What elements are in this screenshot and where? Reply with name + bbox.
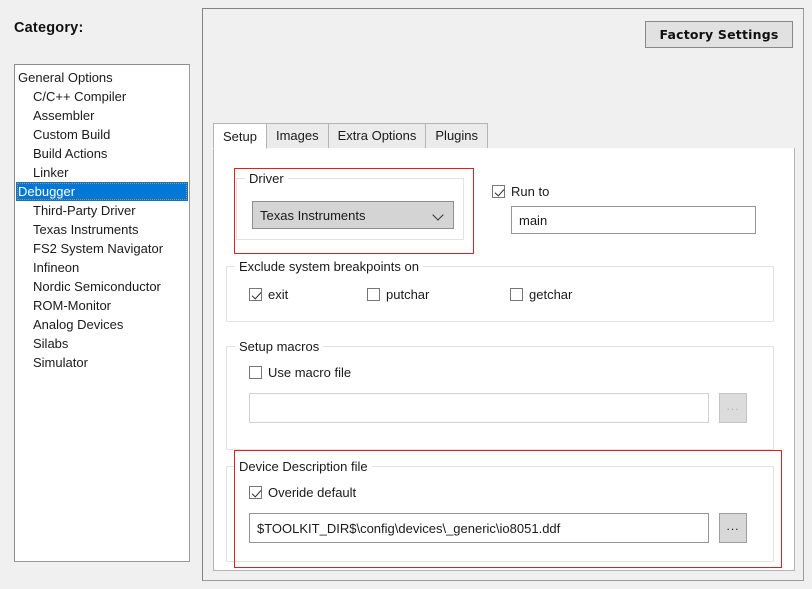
use-macro-file-row[interactable]: Use macro file xyxy=(249,365,351,380)
device-description-browse-label: ... xyxy=(726,519,739,533)
breakpoint-getchar-checkbox[interactable] xyxy=(510,288,523,301)
category-item-texas-instruments[interactable]: Texas Instruments xyxy=(15,220,189,239)
factory-settings-button[interactable]: Factory Settings xyxy=(645,21,793,48)
tab-images[interactable]: Images xyxy=(266,123,329,148)
breakpoint-getchar-row[interactable]: getchar xyxy=(510,287,572,302)
category-item-build-actions[interactable]: Build Actions xyxy=(15,144,189,163)
run-to-checkbox-row[interactable]: Run to xyxy=(492,184,549,199)
run-to-label: Run to xyxy=(511,184,549,199)
setup-macros-group: Setup macros Use macro file ... xyxy=(226,346,774,450)
category-item-rom-monitor[interactable]: ROM-Monitor xyxy=(15,296,189,315)
category-item-c-c-compiler[interactable]: C/C++ Compiler xyxy=(15,87,189,106)
device-description-input[interactable]: $TOOLKIT_DIR$\config\devices\_generic\io… xyxy=(249,513,709,543)
breakpoint-exit-row[interactable]: exit xyxy=(249,287,288,302)
category-pane: Category: General OptionsC/C++ CompilerA… xyxy=(0,0,196,589)
driver-group-legend: Driver xyxy=(245,171,288,186)
use-macro-file-label: Use macro file xyxy=(268,365,351,380)
breakpoint-putchar-row[interactable]: putchar xyxy=(367,287,429,302)
tab-extra-options[interactable]: Extra Options xyxy=(328,123,427,148)
breakpoint-exit-checkbox[interactable] xyxy=(249,288,262,301)
device-description-legend: Device Description file xyxy=(235,459,372,474)
tab-setup[interactable]: Setup xyxy=(213,123,267,149)
category-title: Category: xyxy=(14,20,83,36)
device-description-browse-button[interactable]: ... xyxy=(719,513,747,543)
tab-strip: SetupImagesExtra OptionsPlugins xyxy=(213,123,795,149)
macro-file-browse-label: ... xyxy=(726,399,739,413)
run-to-input[interactable]: main xyxy=(511,206,756,234)
exclude-breakpoints-legend: Exclude system breakpoints on xyxy=(235,259,423,274)
category-item-silabs[interactable]: Silabs xyxy=(15,334,189,353)
setup-tab-panel: Driver Texas Instruments Run to main Exc… xyxy=(213,148,795,571)
category-item-debugger[interactable]: Debugger xyxy=(16,182,188,201)
run-to-checkbox[interactable] xyxy=(492,185,505,198)
category-item-general-options[interactable]: General Options xyxy=(15,68,189,87)
driver-group: Driver Texas Instruments xyxy=(236,178,464,240)
category-item-custom-build[interactable]: Custom Build xyxy=(15,125,189,144)
driver-combobox-value: Texas Instruments xyxy=(260,208,366,223)
chevron-down-icon xyxy=(434,210,443,219)
override-default-checkbox[interactable] xyxy=(249,486,262,499)
driver-combobox[interactable]: Texas Instruments xyxy=(252,201,454,229)
breakpoint-putchar-checkbox[interactable] xyxy=(367,288,380,301)
category-item-assembler[interactable]: Assembler xyxy=(15,106,189,125)
category-item-simulator[interactable]: Simulator xyxy=(15,353,189,372)
category-item-linker[interactable]: Linker xyxy=(15,163,189,182)
category-item-infineon[interactable]: Infineon xyxy=(15,258,189,277)
macro-file-input[interactable] xyxy=(249,393,709,423)
run-to-input-value: main xyxy=(519,213,547,228)
override-default-label: Overide default xyxy=(268,485,356,500)
category-item-analog-devices[interactable]: Analog Devices xyxy=(15,315,189,334)
setup-macros-legend: Setup macros xyxy=(235,339,323,354)
macro-file-browse-button[interactable]: ... xyxy=(719,393,747,423)
override-default-row[interactable]: Overide default xyxy=(249,485,356,500)
breakpoint-getchar-label: getchar xyxy=(529,287,572,302)
options-pane: Factory Settings SetupImagesExtra Option… xyxy=(202,8,804,581)
tab-plugins[interactable]: Plugins xyxy=(425,123,488,148)
category-item-nordic-semiconductor[interactable]: Nordic Semiconductor xyxy=(15,277,189,296)
use-macro-file-checkbox[interactable] xyxy=(249,366,262,379)
breakpoint-exit-label: exit xyxy=(268,287,288,302)
exclude-breakpoints-group: Exclude system breakpoints on exit putch… xyxy=(226,266,774,322)
category-item-fs2-system-navigator[interactable]: FS2 System Navigator xyxy=(15,239,189,258)
category-listbox[interactable]: General OptionsC/C++ CompilerAssemblerCu… xyxy=(14,64,190,562)
device-description-input-value: $TOOLKIT_DIR$\config\devices\_generic\io… xyxy=(257,521,560,536)
device-description-group: Device Description file Overide default … xyxy=(226,466,774,562)
breakpoint-putchar-label: putchar xyxy=(386,287,429,302)
category-item-third-party-driver[interactable]: Third-Party Driver xyxy=(15,201,189,220)
